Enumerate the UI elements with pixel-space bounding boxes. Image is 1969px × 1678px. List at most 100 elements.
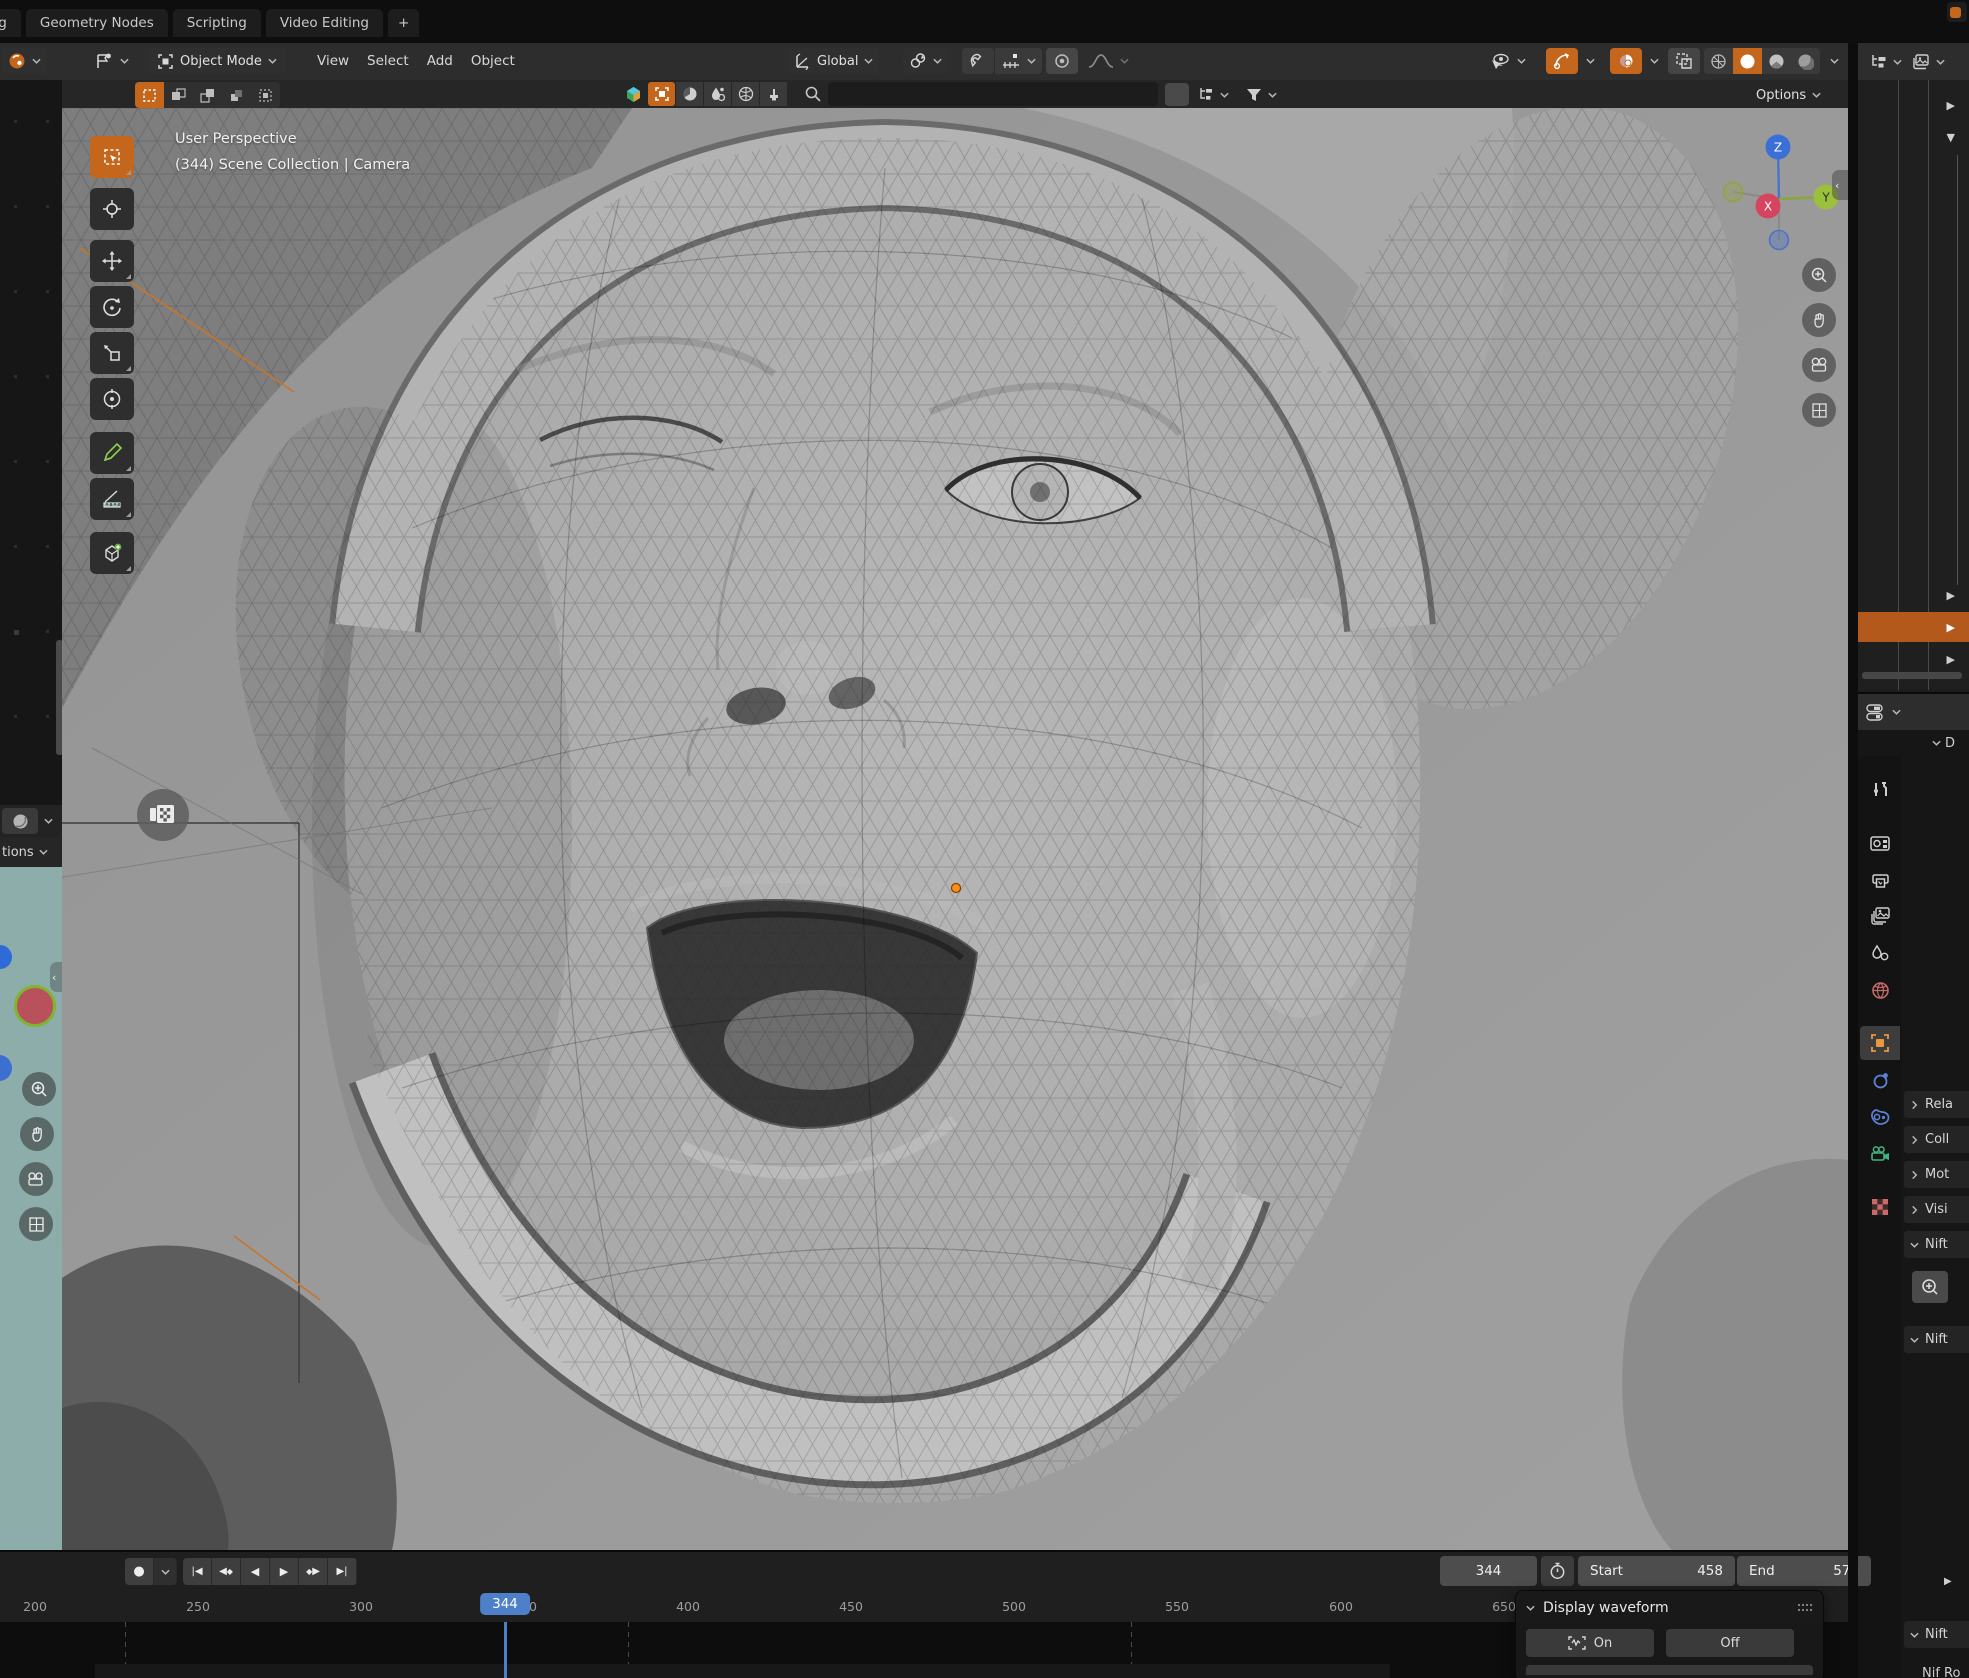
nif-zoom-plus-button[interactable]	[1912, 1271, 1948, 1303]
shading-material-button[interactable]	[1762, 48, 1791, 74]
filter-selectable-button[interactable]	[648, 82, 675, 106]
next-keyframe-button[interactable]: ◆▶	[299, 1558, 327, 1585]
jump-to-start-button[interactable]: |◀	[183, 1558, 211, 1585]
ortho-toggle-button[interactable]	[1802, 393, 1836, 427]
tab-physics[interactable]	[1860, 1063, 1900, 1097]
left-viewport-shading-button[interactable]	[2, 808, 38, 834]
shading-dropdown[interactable]	[1824, 48, 1844, 74]
xray-toggle[interactable]	[1668, 48, 1700, 74]
outliner-row[interactable]: ▶	[1858, 644, 1969, 674]
drag-grip-icon[interactable]	[1797, 1603, 1813, 1613]
outliner-filter-dropdown[interactable]	[1910, 49, 1947, 75]
shading-wireframe-button[interactable]	[1704, 48, 1733, 74]
camera-view-button[interactable]	[1802, 348, 1836, 382]
editor-type-selector[interactable]	[2, 48, 47, 74]
axis-ball-x[interactable]	[14, 985, 56, 1027]
tool-move[interactable]	[90, 240, 134, 282]
snap-toggle-button[interactable]	[962, 48, 994, 74]
waveform-on-button[interactable]: On	[1526, 1629, 1654, 1657]
tab-object[interactable]	[1860, 1026, 1900, 1060]
tab-render[interactable]	[1860, 825, 1900, 859]
workspace-tab-scripting[interactable]: Scripting	[173, 9, 261, 37]
panel-nif-2[interactable]: Nift	[1904, 1326, 1969, 1353]
panel-nif-1[interactable]: Nift	[1904, 1231, 1969, 1258]
add-workspace-button[interactable]: +	[388, 9, 419, 37]
outliner-row[interactable]: ▶	[1858, 90, 1969, 120]
play-button[interactable]: ▶	[270, 1558, 298, 1585]
navigation-gizmo[interactable]: Z X Y	[1718, 128, 1848, 258]
left-zoom-button[interactable]	[22, 1072, 56, 1106]
display-settings-dropdown[interactable]	[1192, 83, 1235, 106]
left-viewport-menu-truncated[interactable]: tions	[0, 837, 62, 867]
select-mode-intersect[interactable]	[251, 82, 280, 108]
tab-texture[interactable]	[1860, 1190, 1900, 1224]
panel-relations[interactable]: Rela	[1904, 1091, 1969, 1118]
left-camera-view-button[interactable]	[19, 1162, 53, 1196]
outliner-row-selected[interactable]: ▶	[1858, 612, 1969, 642]
outliner-row-expanded[interactable]: ▼	[1858, 122, 1969, 152]
tab-object-data[interactable]	[1860, 1137, 1900, 1171]
shading-rendered-button[interactable]	[1791, 48, 1820, 74]
filter-dropdown[interactable]	[1240, 83, 1283, 106]
region-divider[interactable]	[1848, 43, 1858, 1678]
browse-id-button[interactable]	[620, 82, 647, 106]
waveform-off-button[interactable]: Off	[1666, 1629, 1794, 1657]
scene-selector-partial-icon[interactable]	[1947, 2, 1967, 22]
outliner[interactable]: ▶ ▼ ▶ ▶ ▶	[1858, 80, 1969, 690]
pan-button[interactable]	[1802, 303, 1836, 337]
prev-keyframe-button[interactable]: ◀◆	[212, 1558, 240, 1585]
axis-ball-partial-top[interactable]	[0, 945, 12, 969]
transform-orientation-dropdown[interactable]: Global	[788, 48, 879, 74]
menu-add[interactable]: Add	[418, 53, 462, 69]
workspace-tab-partial[interactable]: ing	[0, 9, 21, 37]
menu-object[interactable]: Object	[462, 53, 524, 69]
filter-world-button[interactable]	[732, 82, 759, 106]
select-mode-set[interactable]	[135, 82, 164, 108]
proportional-falloff-dropdown[interactable]	[1082, 48, 1135, 74]
node-editor-fragment[interactable]	[0, 80, 62, 805]
start-frame-field[interactable]: Start458	[1578, 1556, 1735, 1586]
proportional-edit-toggle[interactable]	[1046, 48, 1078, 74]
tab-view-layer[interactable]	[1860, 899, 1900, 933]
zoom-button[interactable]	[1802, 258, 1836, 292]
mode-dropdown[interactable]: Object Mode	[148, 48, 286, 74]
outliner-row[interactable]: ▶	[1858, 580, 1969, 610]
use-preview-range-toggle[interactable]	[1541, 1556, 1574, 1586]
menu-view[interactable]: View	[308, 53, 358, 69]
tool-measure[interactable]	[90, 478, 134, 520]
tool-select-box[interactable]	[90, 136, 134, 178]
keying-dropdown[interactable]	[154, 1558, 176, 1585]
tool-rotate[interactable]	[90, 286, 134, 328]
tool-transform[interactable]	[90, 378, 134, 420]
waveform-panel-title[interactable]: Display waveform	[1543, 1600, 1669, 1616]
tab-tool[interactable]	[1860, 772, 1900, 806]
tool-cursor[interactable]	[90, 188, 134, 230]
properties-editor-type-dropdown[interactable]	[1864, 699, 1903, 725]
left-ortho-toggle-button[interactable]	[19, 1207, 53, 1241]
panel-collections[interactable]: Coll	[1904, 1126, 1969, 1153]
gizmos-toggle[interactable]	[1546, 48, 1578, 74]
tab-output[interactable]	[1860, 862, 1900, 896]
active-tool-dropdown[interactable]	[88, 48, 135, 74]
left-pan-button[interactable]	[20, 1117, 54, 1151]
outliner-display-mode-dropdown[interactable]	[1868, 49, 1904, 75]
filter-brush-button[interactable]	[760, 82, 787, 106]
collapsed-panel-arrow[interactable]: ▶	[1944, 1576, 1952, 1587]
select-mode-subtract[interactable]	[193, 82, 222, 108]
left-sidebar-collapse[interactable]: ‹	[50, 962, 62, 992]
left-3d-viewport[interactable]: ‹	[0, 867, 62, 1550]
snap-settings-dropdown[interactable]	[995, 48, 1042, 74]
tool-annotate[interactable]	[90, 432, 134, 474]
filter-fluid-button[interactable]	[704, 82, 731, 106]
tool-add-primitive[interactable]	[90, 532, 134, 574]
overlays-dropdown[interactable]	[1644, 48, 1664, 74]
tab-world[interactable]	[1860, 973, 1900, 1007]
select-mode-invert[interactable]	[222, 82, 251, 108]
search-input[interactable]	[828, 82, 1158, 106]
overlays-toggle[interactable]	[1610, 48, 1642, 74]
panel-motion-paths[interactable]: Mot	[1904, 1161, 1969, 1188]
waveform-partial-widget[interactable]	[1526, 1665, 1813, 1675]
jump-to-end-button[interactable]: ▶|	[328, 1558, 356, 1585]
filter-pie-button[interactable]	[676, 82, 703, 106]
left-viewport-shading-dropdown[interactable]	[38, 808, 58, 834]
